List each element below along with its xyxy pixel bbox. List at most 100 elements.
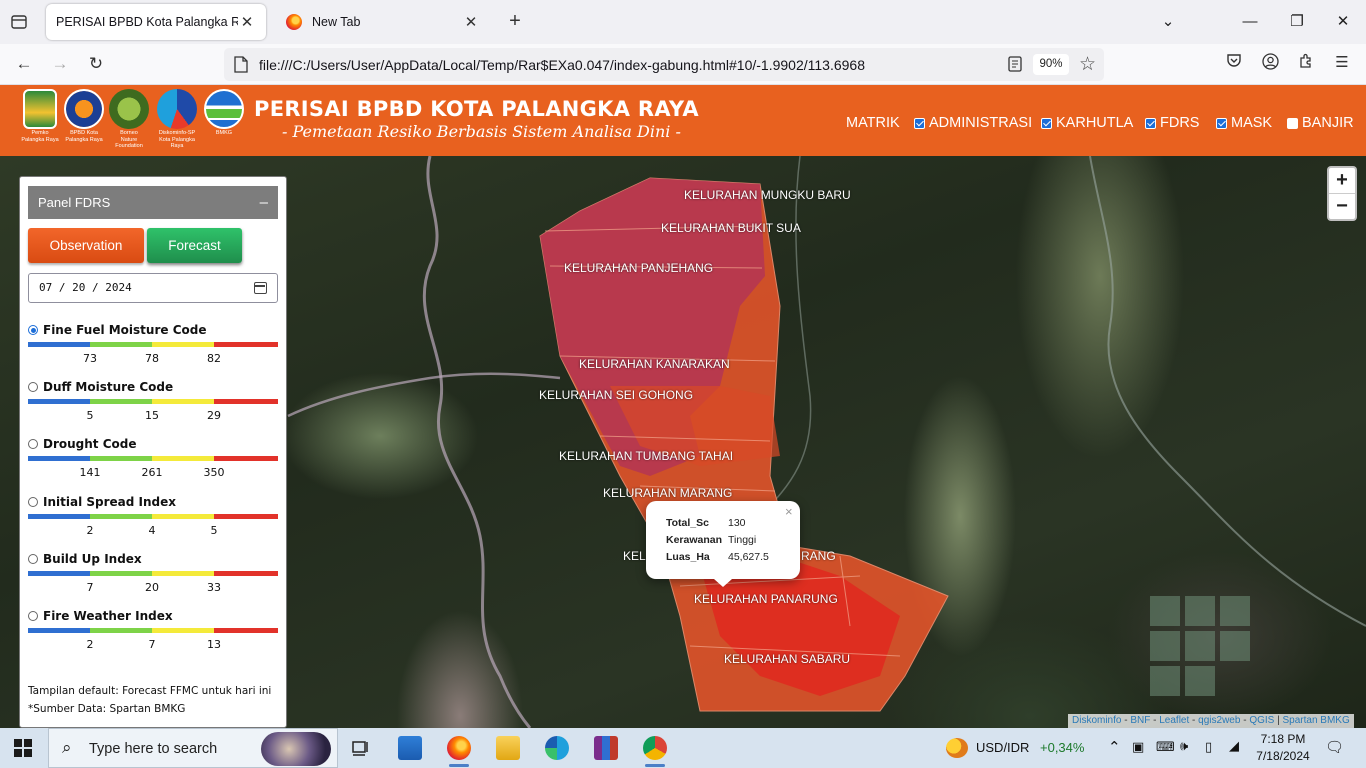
taskbar-clock[interactable]: 7:18 PM 7/18/2024: [1252, 731, 1314, 765]
index-radio[interactable]: [28, 554, 38, 564]
popup-row: Luas_Ha 45,627.5: [666, 551, 769, 563]
checkbox-mask[interactable]: [1216, 117, 1227, 129]
menu-label: ADMINISTRASI: [929, 115, 1033, 131]
logo-diskominfo: Diskominfo-SP Kota Palangka Raya: [153, 89, 201, 150]
battery-icon[interactable]: ▯: [1205, 739, 1212, 755]
page-icon: [234, 56, 248, 73]
forward-arrow-icon[interactable]: →: [48, 52, 72, 76]
bookmark-star-icon[interactable]: ☆: [1079, 53, 1096, 76]
close-window-icon[interactable]: ✕: [1331, 10, 1355, 34]
index-radio[interactable]: [28, 439, 38, 449]
pocket-icon[interactable]: [1223, 53, 1245, 75]
menu-banjir[interactable]: BANJIR: [1287, 115, 1354, 131]
hamburger-menu-icon[interactable]: ☰: [1331, 53, 1353, 75]
menu-fdrs[interactable]: FDRS: [1145, 115, 1199, 131]
currency-label[interactable]: USD/IDR: [976, 740, 1029, 755]
tab-overflow-chevron-icon[interactable]: ⌄: [1156, 10, 1180, 34]
scale-segment: [214, 514, 278, 519]
tab-perisai[interactable]: PERISAI BPBD Kota Palangka Raya ✕: [46, 4, 266, 40]
menu-matrik[interactable]: MATRIK: [846, 115, 900, 131]
scale-tick-label: 33: [207, 581, 221, 594]
attribution-link[interactable]: Leaflet: [1159, 715, 1189, 726]
file-explorer-icon[interactable]: [496, 736, 520, 760]
minimize-icon[interactable]: —: [1238, 10, 1262, 34]
extensions-icon[interactable]: [1295, 53, 1317, 75]
date-input[interactable]: 07 / 20 / 2024: [28, 273, 278, 303]
tray-app-icon[interactable]: ▣: [1132, 739, 1144, 755]
tab-new-tab[interactable]: New Tab ✕: [276, 4, 490, 40]
menu-mask[interactable]: MASK: [1216, 115, 1272, 131]
site-title: PERISAI BPBD KOTA PALANGKA RAYA: [254, 97, 699, 121]
forecast-button[interactable]: Forecast: [147, 228, 242, 263]
checkbox-karhutla[interactable]: [1041, 117, 1052, 129]
tray-chevron-up-icon[interactable]: ⌃: [1108, 738, 1121, 756]
bmkg-emblem-icon: [204, 89, 244, 129]
back-arrow-icon[interactable]: ←: [12, 52, 36, 76]
reader-view-icon[interactable]: [1006, 55, 1024, 73]
feature-popup: × Total_Sc 130 Kerawanan Tinggi Luas_Ha …: [646, 501, 800, 587]
notification-icon[interactable]: 🗨: [1325, 738, 1344, 756]
menu-karhutla[interactable]: KARHUTLA: [1041, 115, 1133, 131]
account-icon[interactable]: [1259, 53, 1281, 75]
menu-administrasi[interactable]: ADMINISTRASI: [914, 115, 1032, 131]
restore-icon[interactable]: ❐: [1285, 10, 1309, 34]
windows-start-icon[interactable]: [14, 739, 32, 757]
popup-close-icon[interactable]: ×: [785, 504, 793, 519]
observation-button[interactable]: Observation: [28, 228, 144, 263]
firefox-taskbar-icon[interactable]: [447, 736, 471, 767]
zoom-in-button[interactable]: +: [1329, 168, 1355, 193]
taskbar-search[interactable]: ⌕ Type here to search: [48, 728, 338, 768]
reload-icon[interactable]: ↻: [84, 52, 108, 76]
wifi-icon[interactable]: ◢: [1229, 738, 1239, 754]
close-tab-icon[interactable]: ✕: [238, 13, 256, 31]
attribution-link[interactable]: BNF: [1130, 715, 1150, 726]
browser-nav-bar: ← → ↻ file:///C:/Users/User/AppData/Loca…: [0, 44, 1366, 85]
checkbox-fdrs[interactable]: [1145, 117, 1156, 129]
logo-caption: BMKG: [215, 130, 233, 136]
winrar-icon[interactable]: [594, 736, 618, 760]
color-scale-bar: [28, 456, 278, 461]
index-radio[interactable]: [28, 382, 38, 392]
diskominfo-emblem-icon: [157, 89, 197, 129]
address-bar[interactable]: file:///C:/Users/User/AppData/Local/Temp…: [224, 48, 1104, 81]
checkbox-banjir[interactable]: [1287, 117, 1298, 129]
zoom-level-badge[interactable]: 90%: [1033, 54, 1069, 75]
logo-caption: Pemko Palangka Raya: [21, 130, 59, 143]
chrome-icon[interactable]: [643, 736, 667, 767]
logo-caption: Diskominfo-SP Kota Palangka Raya: [158, 130, 196, 149]
index-radio[interactable]: [28, 611, 38, 621]
attribution-link[interactable]: Diskominfo: [1072, 715, 1121, 726]
color-scale-bar: [28, 628, 278, 633]
index-label: Fire Weather Index: [43, 609, 173, 623]
checkbox-administrasi[interactable]: [914, 117, 925, 129]
map-label-mungku-baru: KELURAHAN MUNGKU BARU: [684, 188, 851, 202]
index-label: Drought Code: [43, 437, 137, 451]
attribution-link[interactable]: qgis2web: [1198, 715, 1240, 726]
scale-segment: [214, 342, 278, 347]
clock-time: 7:18 PM: [1260, 732, 1306, 746]
scale-segment: [152, 399, 214, 404]
collapse-panel-icon[interactable]: –: [260, 186, 268, 219]
task-view-icon[interactable]: [349, 736, 373, 760]
mail-app-icon[interactable]: [398, 736, 422, 760]
new-tab-button[interactable]: +: [505, 11, 525, 33]
zoom-out-button[interactable]: −: [1329, 193, 1355, 218]
currency-widget-icon[interactable]: [946, 738, 968, 758]
scale-segment: [90, 399, 152, 404]
edge-icon[interactable]: [545, 736, 569, 760]
map-label-sabaru: KELURAHAN SABARU: [724, 652, 851, 666]
close-tab-icon[interactable]: ✕: [462, 13, 480, 31]
attribution-link[interactable]: QGIS: [1249, 715, 1274, 726]
calendar-icon[interactable]: [254, 282, 267, 294]
logo-bpbd: BPBD Kota Palangka Raya: [60, 89, 108, 143]
map-label-bukit-sua: KELURAHAN BUKIT SUA: [661, 221, 801, 235]
volume-icon[interactable]: 🕪: [1180, 738, 1188, 754]
tab-list-icon[interactable]: [8, 11, 30, 33]
scale-tick-label: 350: [203, 466, 225, 479]
index-radio[interactable]: [28, 325, 38, 335]
attribution-link[interactable]: Spartan BMKG: [1283, 715, 1350, 726]
keyboard-icon[interactable]: ⌨: [1156, 739, 1175, 755]
scale-tick-label: 13: [207, 638, 221, 651]
index-radio[interactable]: [28, 497, 38, 507]
scale-segment: [214, 399, 278, 404]
